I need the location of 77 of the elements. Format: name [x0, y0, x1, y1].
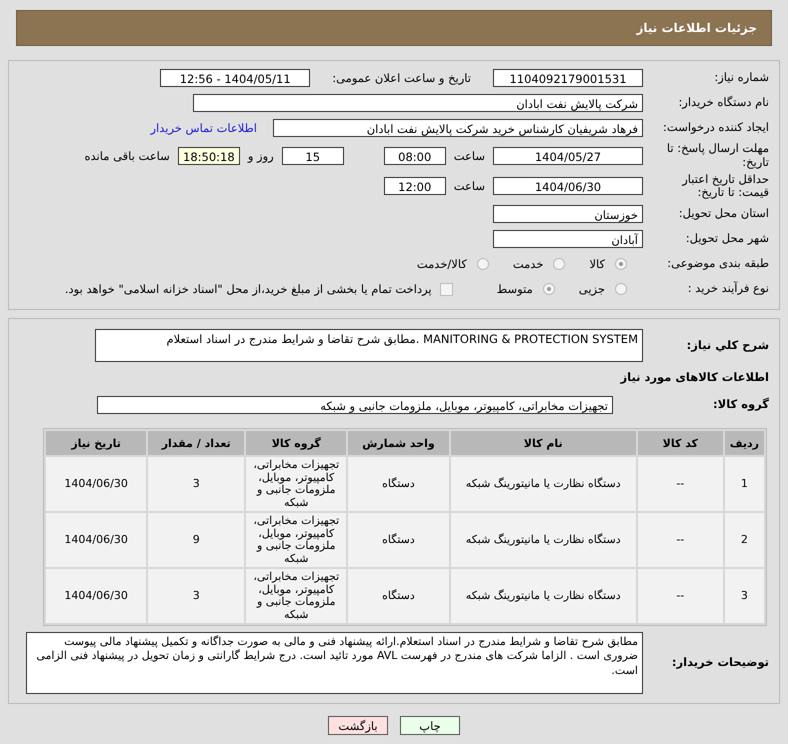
table-cell: تجهیزات مخابراتی، کامپیوتر، موبایل، ملزومات جانبی و شبکه [246, 457, 346, 512]
radio-label: متوسط [496, 282, 533, 296]
description-field: MANITORING & PROTECTION SYSTEM .مطابق شرح تقاضا و شرایط مندرج در اسناد استعلام [95, 329, 643, 362]
table-cell: تجهیزات مخابراتی، کامپیوتر، موبایل، ملزومات جانبی و شبکه [246, 513, 346, 568]
print-button[interactable]: چاپ [400, 716, 460, 736]
field-label: مهلت ارسال پاسخ: تا تاریخ: [666, 142, 769, 170]
radio-button[interactable] [615, 283, 627, 296]
field-label: توضیحات خریدار: [670, 656, 769, 670]
radio-button[interactable] [542, 283, 555, 296]
radio-label: کالا [589, 257, 605, 272]
page-title: جزئیات اطلاعات نیاز [636, 21, 757, 35]
table-cell: 3 [148, 569, 244, 624]
table-cell: دستگاه نظارت یا مانیتورینگ شبکه [450, 569, 636, 624]
table-cell: 1404/06/30 [46, 569, 146, 624]
field-label: نوع فرآیند خرید : [686, 282, 769, 296]
goods-group-field: تجهیزات مخابراتی، کامپیوتر، موبایل، ملزومات جانبی و شبکه [97, 396, 613, 414]
column-header: کد کالا [638, 431, 723, 456]
radio-label: جزیی [578, 282, 605, 296]
field-label: شماره نیاز: [713, 71, 769, 85]
column-header: نام کالا [450, 431, 636, 456]
remaining-time-field: 18:50:18 [178, 146, 240, 165]
table-cell: 3 [724, 569, 764, 624]
table-cell: دستگاه نظارت یا مانیتورینگ شبکه [450, 457, 636, 512]
buyer-notes-field: مطابق شرح تقاضا و شرایط مندرج در اسناد استعلام.ارائه پیشنهاد فنی و مالی به صورت جداگانه و تکمیل پیشنهاد مالی پیوست ضروری است . الزاما شرکت های مندرج در فهرست AVL مورد تائید است. درج شرایط گارانتی و زمان تحویل در پیشنهاد فنی الزامی است. [26, 632, 643, 694]
field-label: طبقه بندی موضوعی: [666, 257, 769, 272]
field-label: استان محل تحویل: [678, 207, 769, 222]
column-header: واحد شمارش [348, 431, 449, 456]
radio-label: خدمت [512, 257, 544, 272]
table-cell: 9 [148, 513, 244, 568]
field-label: شهر محل تحویل: [684, 232, 769, 246]
column-header: گروه کالا [246, 431, 346, 456]
column-header: تاریخ نیاز [46, 431, 146, 456]
announce-date-field: 1404/05/11 - 12:56 [160, 69, 310, 87]
buyer-contact-link[interactable]: اطلاعات تماس خریدار [150, 121, 257, 135]
back-button[interactable]: بازگشت [328, 716, 388, 736]
table-cell: 2 [724, 513, 764, 568]
table-cell: 1404/06/30 [46, 513, 146, 568]
section-title: اطلاعات کالاهای مورد نیاز [619, 370, 769, 384]
table-cell: 1 [724, 457, 764, 512]
field-label: ایجاد کننده درخواست: [662, 121, 769, 135]
days-field: 15 [282, 146, 344, 165]
field-label: گروه کالا: [712, 398, 769, 412]
field-label: روز و [248, 148, 274, 163]
radio-label: کالا/خدمت [416, 257, 467, 272]
radio-button[interactable] [553, 258, 566, 270]
checkbox[interactable] [440, 282, 453, 296]
field-label: ساعت باقی مانده [84, 148, 170, 163]
validity-time-field: 12:00 [384, 177, 446, 196]
requester-field: فرهاد شریفیان کارشناس خرید شرکت پالایش نفت ابادان [273, 119, 643, 137]
field-label: حداقل تاریخ اعتبار قیمت: تا تاریخ: [680, 172, 769, 200]
column-header: تعداد / مقدار [148, 431, 244, 456]
radio-button[interactable] [476, 258, 489, 270]
table-cell: 3 [148, 457, 244, 512]
field-label: شرح کلي نياز: [686, 338, 769, 353]
table-cell: دستگاه نظارت یا مانیتورینگ شبکه [450, 513, 636, 568]
table-cell: -- [638, 569, 723, 624]
table-cell: 1404/06/30 [46, 457, 146, 512]
province-field: خوزستان [493, 205, 643, 224]
checkbox-label: پرداخت تمام یا بخشی از مبلغ خرید،از محل "اسناد خزانه اسلامی" خواهد بود. [64, 282, 432, 296]
table-cell: -- [638, 513, 723, 568]
buyer-org-field: شرکت پالایش نفت ابادان [193, 94, 643, 112]
table-cell: دستگاه [348, 569, 449, 624]
field-label: نام دستگاه خریدار: [677, 96, 769, 110]
validity-date-field: 1404/06/30 [493, 177, 643, 196]
field-label: ساعت [454, 148, 485, 163]
table-cell: -- [638, 457, 723, 512]
field-label: ساعت [454, 179, 485, 194]
deadline-time-field: 08:00 [384, 146, 446, 165]
table-cell: دستگاه [348, 513, 449, 568]
table-cell: تجهیزات مخابراتی، کامپیوتر، موبایل، ملزومات جانبی و شبکه [246, 569, 346, 624]
city-field: آبادان [493, 230, 643, 248]
need-number-field: 1104092179001531 [493, 69, 643, 87]
field-label: تاریخ و ساعت اعلان عمومی: [332, 71, 471, 85]
radio-button[interactable] [615, 258, 627, 270]
table-cell: دستگاه [348, 457, 449, 512]
column-header: ردیف [724, 431, 764, 456]
deadline-date-field: 1404/05/27 [493, 146, 643, 165]
